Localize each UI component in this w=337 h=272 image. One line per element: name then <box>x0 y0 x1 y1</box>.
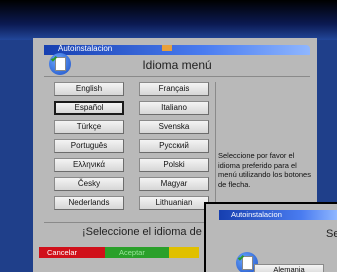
accept-button[interactable]: Aceptar <box>105 247 169 258</box>
language-option-cesky[interactable]: Česky <box>54 177 124 191</box>
yellow-button[interactable] <box>169 247 199 258</box>
language-option-portugues[interactable]: Português <box>54 139 124 153</box>
divider <box>44 76 310 77</box>
language-option-russian[interactable]: Русский <box>139 139 209 153</box>
help-text: Seleccione por favor el idioma preferido… <box>218 151 311 189</box>
language-option-francais[interactable]: Français <box>139 82 209 96</box>
overlay-title-bar: Autoinstalacion <box>219 210 337 220</box>
language-option-english[interactable]: English <box>54 82 124 96</box>
flag-icon <box>162 45 172 51</box>
language-option-svenska[interactable]: Svenska <box>139 120 209 134</box>
language-option-magyar[interactable]: Magyar <box>139 177 209 191</box>
background-top <box>0 0 337 40</box>
country-option-alemania[interactable]: Alemania <box>254 264 324 272</box>
overlay-header: Autoinstalacion <box>231 210 282 219</box>
language-option-italiano[interactable]: Italiano <box>139 101 209 115</box>
language-option-nederlands[interactable]: Nederlands <box>54 196 124 210</box>
language-option-espanol[interactable]: Español <box>54 101 124 115</box>
language-option-lithuanian[interactable]: Lithuanian <box>139 196 209 210</box>
window-header: Autoinstalacion <box>58 44 113 53</box>
background-left <box>0 40 34 272</box>
language-option-greek[interactable]: Ελληνικά <box>54 158 124 172</box>
color-button-bar: Cancelar Aceptar <box>39 247 199 258</box>
page-title: Idioma menú <box>142 58 212 72</box>
title-bar: Autoinstalacion <box>44 44 310 55</box>
language-option-polski[interactable]: Polski <box>139 158 209 172</box>
overlay-page-title: Se <box>326 228 337 240</box>
language-option-turkce[interactable]: Türkçe <box>54 120 124 134</box>
overlay-dialog: Autoinstalacion Se Alemania <box>204 202 337 272</box>
cancel-button[interactable]: Cancelar <box>39 247 105 258</box>
